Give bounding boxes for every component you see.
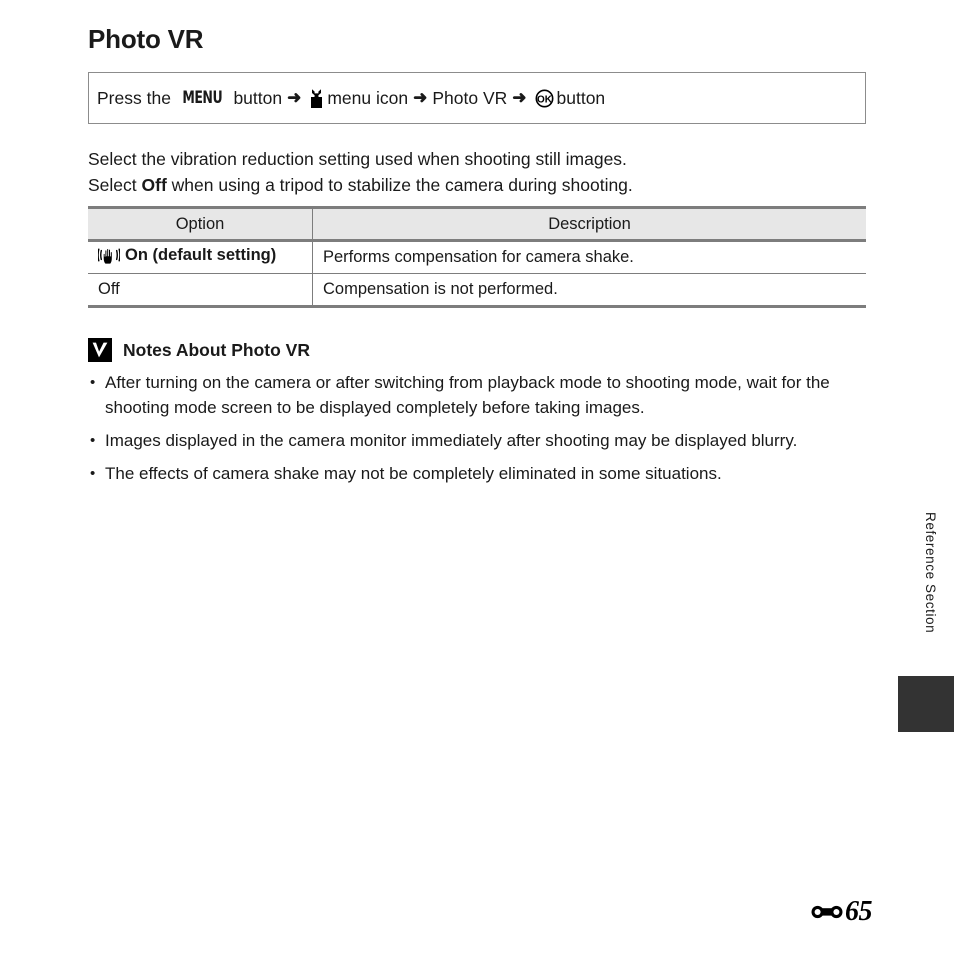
list-item: After turning on the camera or after swi… (88, 370, 878, 420)
list-item: The effects of camera shake may not be c… (88, 461, 878, 486)
intro-line-2-after: when using a tripod to stabilize the cam… (171, 175, 633, 195)
menu-button-label: button (233, 87, 283, 108)
options-table: Option Description On (default setting) … (88, 206, 866, 308)
table-header-row: Option Description (88, 206, 866, 242)
intro-line-1: Select the vibration reduction setting u… (88, 149, 627, 169)
column-header-description: Description (312, 206, 866, 242)
option-cell-on: On (default setting) (88, 240, 313, 274)
arrow-icon-1: ➜ (287, 88, 302, 107)
setup-menu-label: menu icon (327, 87, 409, 108)
intro-line-2-before: Select (88, 175, 137, 195)
caution-check-icon (88, 338, 112, 362)
description-cell-on: Performs compensation for camera shake. (312, 240, 866, 274)
menu-path-prefix: Press the (97, 87, 171, 108)
ok-button-icon: OK (535, 89, 554, 108)
reference-section-icon (810, 902, 844, 922)
intro-paragraph: Select the vibration reduction setting u… (88, 146, 878, 198)
list-item: Images displayed in the camera monitor i… (88, 428, 878, 453)
document-page: Photo VR Press the MENU button ➜ menu ic… (0, 0, 954, 954)
arrow-icon-2: ➜ (413, 88, 428, 107)
column-header-option: Option (88, 206, 313, 242)
svg-text:OK: OK (537, 94, 553, 105)
intro-off-emphasis: Off (141, 175, 167, 195)
notes-heading-text: Notes About Photo VR (123, 339, 310, 360)
page-number: 65 (845, 896, 873, 927)
intro-line-2: Select Off when using a tripod to stabil… (88, 172, 878, 198)
notes-list: After turning on the camera or after swi… (88, 370, 878, 494)
margin-section-tab (898, 676, 954, 732)
page-folio: 65 (810, 896, 873, 928)
page-title: Photo VR (88, 24, 204, 54)
arrow-icon-3: ➜ (512, 88, 527, 107)
table-head: Option Description (88, 206, 866, 242)
menu-path-box: Press the MENU button ➜ menu icon ➜ Phot… (88, 72, 866, 124)
menu-item-label: Photo VR (432, 87, 508, 108)
table-row: Off Compensation is not performed. (88, 273, 866, 308)
option-off-text: Off (98, 280, 120, 298)
table-body: On (default setting) Performs compensati… (88, 240, 866, 308)
margin-section-label: Reference Section (923, 512, 938, 634)
menu-button-glyph: MENU (182, 88, 223, 108)
ok-button-label: button (556, 87, 606, 108)
description-cell-off: Compensation is not performed. (312, 273, 866, 308)
wrench-icon (309, 88, 324, 108)
option-off-label-wrap: Off (98, 280, 120, 299)
table-row: On (default setting) Performs compensati… (88, 240, 866, 274)
notes-heading: Notes About Photo VR (88, 338, 310, 362)
menu-path-line: Press the MENU button ➜ menu icon ➜ Phot… (89, 88, 605, 109)
option-on-text: On (default setting) (125, 245, 277, 264)
option-cell-off: Off (88, 273, 313, 308)
vibration-reduction-hand-icon (98, 246, 120, 264)
option-on-label-wrap: On (default setting) (98, 246, 276, 265)
